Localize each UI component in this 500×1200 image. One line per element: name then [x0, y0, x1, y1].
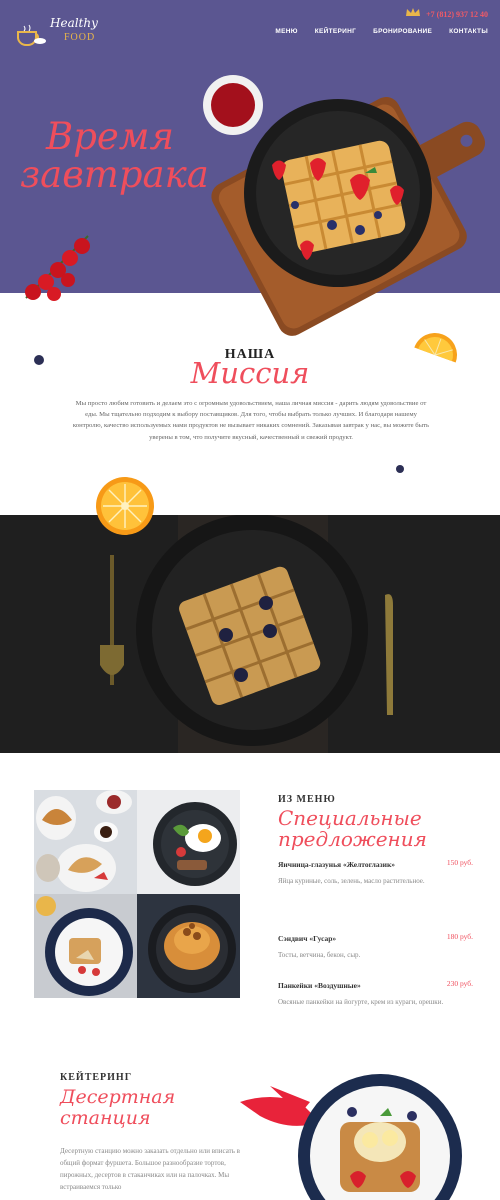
fried-egg-plate-photo [137, 790, 240, 894]
hero-section: Healthy FOOD +7 (812) 937 12 40 МЕНЮ КЕЙ… [0, 0, 500, 336]
menu-title-line2: предложения [278, 827, 427, 851]
hero-title: Время завтрака [20, 115, 209, 196]
logo[interactable]: Healthy FOOD [14, 16, 114, 48]
menu-item: Панкейки «Воздушные» 230 руб. Овсяные па… [278, 979, 473, 1008]
catering-text: Десертную станцию можно заказать отдельн… [60, 1147, 240, 1191]
pancakes-plate-photo [137, 894, 240, 998]
menu-kicker: ИЗ МЕНЮ [278, 794, 336, 805]
nav-menu[interactable]: МЕНЮ [275, 28, 297, 35]
nav-contacts[interactable]: КОНТАКТЫ [449, 28, 488, 35]
menu-item-price: 150 руб. [446, 858, 473, 867]
hero-title-line2: завтрака [20, 153, 209, 196]
catering-title: Десертная станция [60, 1087, 220, 1129]
hero-title-line1: Время [46, 115, 174, 158]
tomatoes-image [25, 235, 90, 301]
menu-title: Специальные предложения [278, 808, 478, 850]
menu-item-name: Сэндвич «Гусар» [278, 934, 337, 943]
mission-text: Мы просто любим готовить и делаем это с … [72, 400, 430, 441]
menu-item-description: Овсяные панкейки на йогурте, крем из кур… [278, 998, 444, 1006]
menu-item: Яичница-глазунья «Желтоглазик» 150 руб. … [278, 858, 473, 887]
dessert-plate-image [240, 1074, 462, 1200]
main-nav: МЕНЮ КЕЙТЕРИНГ БРОНИРОВАНИЕ КОНТАКТЫ [275, 28, 488, 35]
waffle-banner-image [0, 515, 500, 753]
blueberry-decoration [396, 465, 404, 473]
logo-food: FOOD [64, 32, 96, 43]
catering-title-line1: Десертная [60, 1086, 176, 1108]
sandwich-plate-photo [34, 894, 137, 998]
nav-catering[interactable]: КЕЙТЕРИНГ [315, 28, 356, 35]
menu-item-price: 180 руб. [446, 932, 473, 941]
logo-healthy: Healthy [50, 16, 98, 30]
menu-item-name: Панкейки «Воздушные» [278, 981, 361, 990]
menu-item-name: Яичница-глазунья «Желтоглазик» [278, 860, 396, 869]
menu-item-description: Яйца куриные, соль, зелень, масло растит… [278, 877, 425, 885]
nav-booking[interactable]: БРОНИРОВАНИЕ [373, 28, 432, 35]
orange-half-image [96, 477, 154, 535]
menu-item-description: Тосты, ветчина, бекон, сыр. [278, 951, 361, 959]
menu-item: Сэндвич «Гусар» 180 руб. Тосты, ветчина,… [278, 932, 473, 961]
waffle-plate-dark-image [0, 515, 500, 753]
mission-title: Миссия [190, 356, 310, 390]
catering-kicker: КЕЙТЕРИНГ [60, 1072, 133, 1083]
menu-photo-grid [34, 790, 240, 998]
menu-title-line1: Специальные [278, 806, 422, 830]
phone-number[interactable]: +7 (812) 937 12 40 [426, 10, 488, 19]
crown-icon [406, 8, 420, 16]
croissant-breakfast-photo [34, 790, 137, 894]
menu-item-price: 230 руб. [446, 979, 473, 988]
catering-title-line2: станция [60, 1107, 151, 1129]
coffee-cup-icon [17, 24, 46, 46]
hero-waffle-board-image [203, 75, 486, 336]
